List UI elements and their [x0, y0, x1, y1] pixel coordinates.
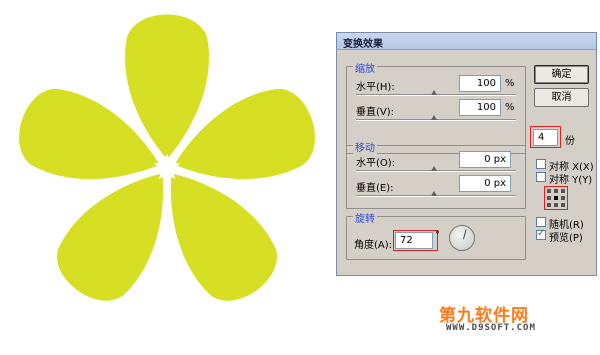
transform-effect-dialog: 变换效果 缩放 水平(H): 100 % 垂直(V): 100 % 移动 水平(…	[336, 32, 597, 276]
rotate-group-title: 旋转	[353, 210, 377, 225]
move-vertical-input[interactable]: 0 px	[459, 175, 511, 192]
preview-checkbox[interactable]	[536, 228, 546, 240]
degree-symbol: °	[435, 230, 440, 241]
reflect-y-label[interactable]: 对称 Y(Y)	[549, 171, 592, 186]
angle-dial-needle	[463, 229, 467, 240]
angle-label: 角度(A):	[354, 240, 393, 251]
move-horizontal-slider-thumb[interactable]	[431, 166, 437, 171]
scale-horizontal-slider-thumb[interactable]	[431, 90, 437, 95]
dialog-titlebar[interactable]: 变换效果	[337, 33, 596, 50]
cancel-button[interactable]: 取消	[534, 88, 589, 107]
scale-vertical-unit: %	[505, 102, 515, 113]
move-horizontal-input[interactable]: 0 px	[459, 151, 511, 168]
angle-input[interactable]: 72	[395, 232, 433, 249]
watermark-url: WWW.D9SOFT.COM	[446, 323, 536, 333]
scale-group-title: 缩放	[353, 60, 377, 75]
reference-point-grid[interactable]	[547, 189, 565, 207]
move-horizontal-label: 水平(O):	[356, 158, 396, 169]
scale-vertical-label: 垂直(V):	[356, 107, 395, 118]
ok-button[interactable]: 确定	[534, 65, 589, 84]
scale-horizontal-unit: %	[505, 78, 515, 89]
dialog-title: 变换效果	[343, 39, 383, 50]
random-checkbox[interactable]	[536, 217, 546, 227]
scale-vertical-slider-thumb[interactable]	[431, 115, 437, 120]
move-vertical-label: 垂直(E):	[356, 183, 394, 194]
copies-input[interactable]: 4	[533, 129, 558, 146]
scale-vertical-input[interactable]: 100	[459, 99, 501, 116]
reflect-y-checkbox[interactable]	[536, 172, 546, 182]
angle-dial[interactable]	[449, 225, 475, 251]
copies-unit: 份	[565, 136, 575, 147]
move-vertical-slider-thumb[interactable]	[431, 191, 437, 196]
flower-artwork	[8, 14, 326, 316]
scale-horizontal-input[interactable]: 100	[459, 75, 501, 92]
move-group-title: 移动	[353, 139, 377, 154]
reflect-x-checkbox[interactable]	[536, 159, 546, 169]
preview-label[interactable]: 预览(P)	[549, 229, 583, 244]
scale-horizontal-label: 水平(H):	[356, 82, 395, 93]
